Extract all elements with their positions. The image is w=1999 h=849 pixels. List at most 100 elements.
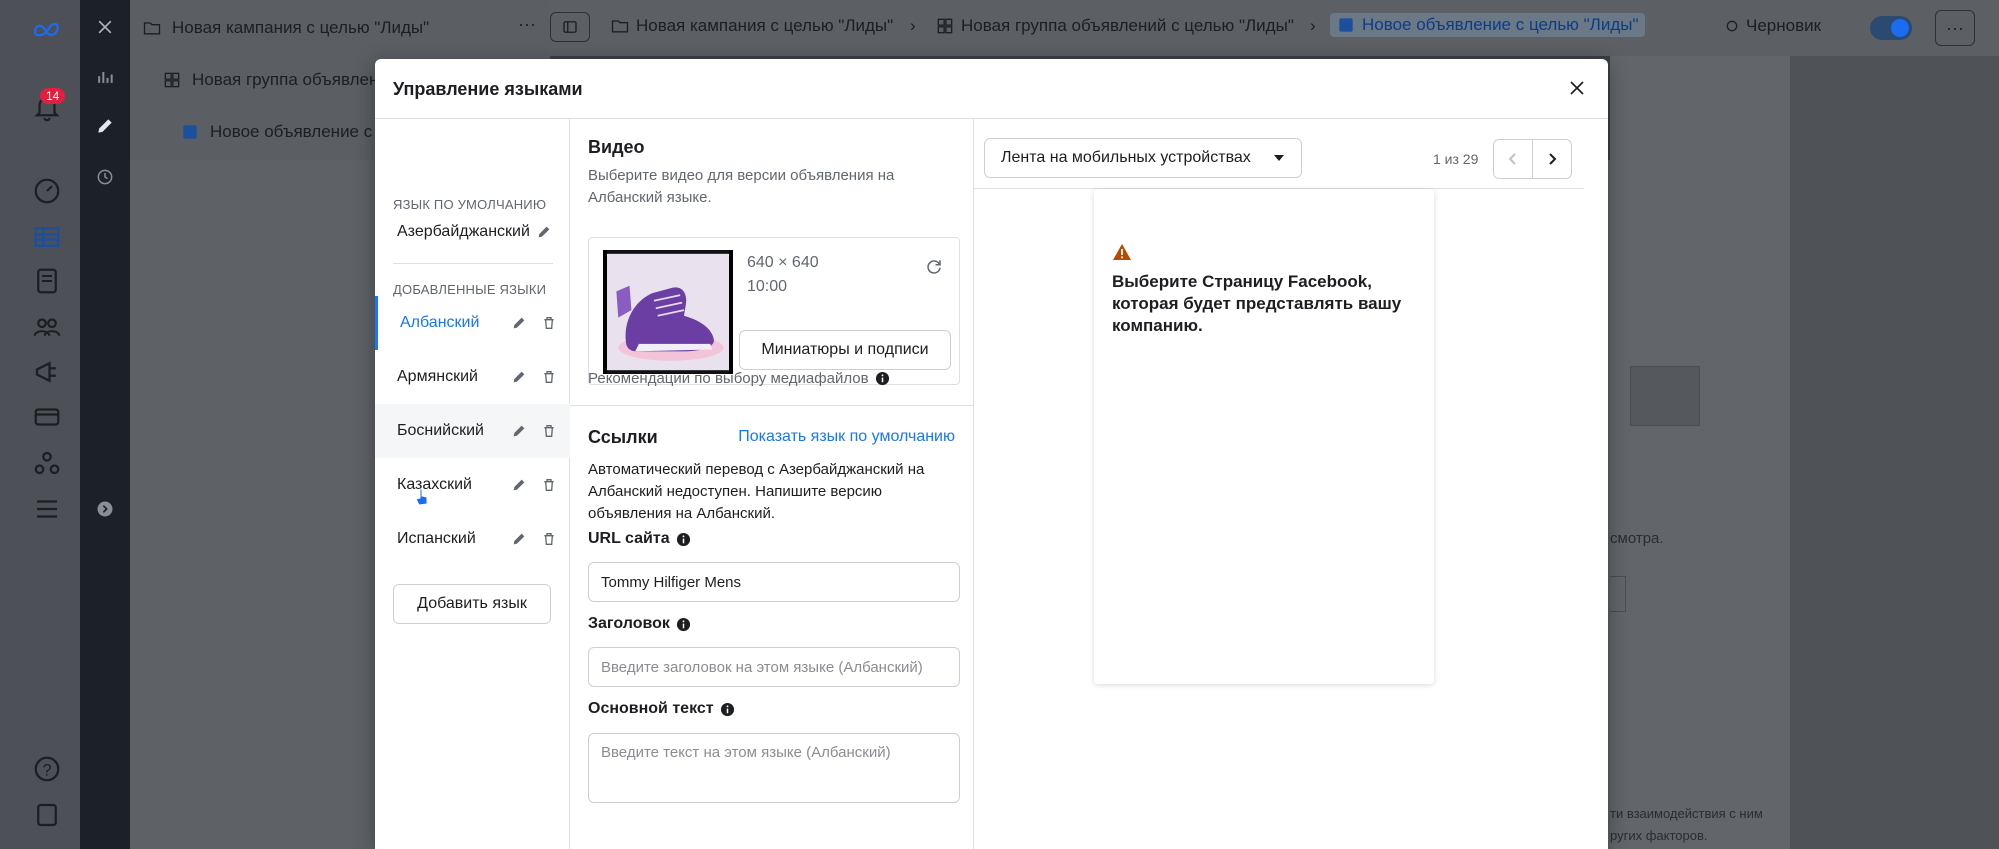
warning-triangle-icon: [1113, 244, 1131, 260]
language-item-spanish[interactable]: Испанский: [375, 512, 570, 566]
added-languages-label: ДОБАВЛЕННЫЕ ЯЗЫКИ: [393, 282, 547, 297]
language-item-armenian[interactable]: Армянский: [375, 350, 570, 404]
toggle-panel-icon[interactable]: [550, 12, 590, 42]
default-language-name: Азербайджанский: [397, 223, 530, 240]
website-url-input[interactable]: [588, 562, 960, 602]
breadcrumb-separator-icon: ›: [910, 16, 916, 35]
language-item-albanian[interactable]: Албанский: [375, 296, 570, 350]
tree-item-adset[interactable]: Новая группа объявлени: [162, 70, 388, 90]
tree-item-ad[interactable]: Новое объявление с ц: [180, 122, 387, 142]
help-question-icon[interactable]: ?: [30, 752, 64, 786]
info-icon[interactable]: [875, 371, 890, 386]
more-options-icon[interactable]: ···: [518, 14, 536, 35]
breadcrumb-ad-label: Новое объявление с целью "Лиды": [1362, 15, 1639, 34]
manage-languages-dialog: Управление языками ЯЗЫК ПО УМОЛЧАНИЮ Азе…: [375, 59, 1608, 849]
default-language[interactable]: Азербайджанский: [397, 223, 552, 241]
ad-icon: [183, 125, 197, 139]
edit-pencil-icon[interactable]: [510, 368, 528, 386]
headline-input[interactable]: [588, 647, 960, 687]
edit-pencil-icon[interactable]: [510, 476, 528, 494]
media-duration: 10:00: [747, 278, 788, 295]
show-default-language-link[interactable]: Показать язык по умолчанию: [738, 428, 955, 446]
meta-logo-icon[interactable]: [30, 12, 64, 46]
breadcrumb-adset[interactable]: Новая группа объявлений с целью "Лиды": [935, 16, 1294, 36]
headline-label-text: Заголовок: [588, 615, 670, 632]
divider: [393, 263, 553, 264]
language-item-label: Албанский: [400, 314, 480, 331]
preview-pager-count: 1 из 29: [1433, 151, 1479, 167]
chevron-right-icon: [1549, 153, 1557, 165]
draft-status: Черновик: [1724, 16, 1821, 36]
trash-icon[interactable]: [540, 368, 558, 386]
info-icon[interactable]: [720, 702, 735, 717]
language-item-label: Испанский: [397, 530, 476, 547]
language-list-column: ЯЗЫК ПО УМОЛЧАНИЮ Азербайджанский ДОБАВЛ…: [375, 119, 570, 849]
edit-pencil-icon[interactable]: [510, 422, 528, 440]
catalog-book-icon[interactable]: [30, 264, 64, 298]
language-item-label: Казахский: [397, 476, 472, 493]
trash-icon[interactable]: [540, 530, 558, 548]
breadcrumb-campaign-label: Новая кампания с целью "Лиды": [636, 16, 894, 35]
placement-dropdown[interactable]: Лента на мобильных устройствах: [984, 138, 1302, 178]
more-actions-button[interactable]: ···: [1935, 10, 1975, 46]
language-item-bosnian[interactable]: Боснийский: [375, 404, 570, 458]
chart-icon[interactable]: [92, 64, 118, 90]
close-editor-icon[interactable]: [92, 14, 118, 40]
language-item-label: Боснийский: [397, 422, 484, 439]
audiences-people-icon[interactable]: [30, 310, 64, 344]
edit-pencil-icon[interactable]: [536, 224, 552, 240]
info-icon[interactable]: [676, 532, 691, 547]
refresh-icon[interactable]: [925, 258, 943, 276]
previous-preview-button[interactable]: [1493, 139, 1533, 179]
business-settings-icon[interactable]: [30, 446, 64, 480]
svg-text:?: ?: [42, 761, 51, 779]
all-tools-menu-icon[interactable]: [30, 492, 64, 526]
background-text: смотра.: [1610, 530, 1664, 547]
video-thumbnail[interactable]: [603, 250, 733, 374]
divider: [570, 405, 974, 406]
placement-dropdown-value: Лента на мобильных устройствах: [1001, 149, 1251, 166]
ads-manager-table-icon[interactable]: [30, 220, 64, 254]
add-language-button[interactable]: Добавить язык: [393, 584, 551, 624]
billing-card-icon[interactable]: [30, 400, 64, 434]
next-preview-button[interactable]: [1532, 139, 1572, 179]
select-page-warning: Выберите Страницу Facebook, которая буде…: [1112, 272, 1402, 335]
tree-item-campaign[interactable]: Новая кампания с целью "Лиды": [142, 18, 429, 38]
media-recommendations-label: Рекомендации по выбору медиафайлов: [588, 370, 869, 387]
trash-icon[interactable]: [540, 314, 558, 332]
trash-icon[interactable]: [540, 476, 558, 494]
edit-pencil-icon[interactable]: [92, 113, 118, 139]
breadcrumb-campaign[interactable]: Новая кампания с целью "Лиды": [610, 16, 893, 36]
edit-pencil-icon[interactable]: [510, 530, 528, 548]
close-dialog-button[interactable]: [1564, 75, 1590, 101]
language-item-label: Армянский: [397, 368, 478, 385]
breadcrumb-separator-icon: ›: [1310, 16, 1316, 35]
breadcrumb-ad[interactable]: Новое объявление с целью "Лиды": [1330, 13, 1645, 37]
info-icon[interactable]: [676, 617, 691, 632]
tree-campaign-label: Новая кампания с целью "Лиды": [172, 18, 430, 37]
edit-pencil-icon[interactable]: [510, 314, 528, 332]
ad-preview-card: Выберите Страницу Facebook, которая буде…: [1094, 189, 1434, 684]
campaigns-megaphone-icon[interactable]: [30, 355, 64, 389]
trash-icon[interactable]: [540, 422, 558, 440]
dashboard-gauge-icon[interactable]: [30, 174, 64, 208]
publish-toggle[interactable]: [1870, 16, 1912, 40]
close-icon: [1570, 81, 1584, 95]
primary-text-textarea[interactable]: [588, 733, 960, 803]
background-text: ти взаимодействия с ним: [1610, 806, 1763, 821]
auto-translate-note: Автоматический перевод с Азербайджанский…: [588, 461, 925, 522]
history-clock-icon[interactable]: [92, 164, 118, 190]
headline-field-label: Заголовок: [588, 615, 691, 633]
video-media-card: 640 × 640 10:00 Миниатюры и подписи: [588, 237, 960, 385]
thumbnails-captions-button[interactable]: Миниатюры и подписи: [739, 330, 951, 370]
chevron-left-icon: [1508, 153, 1516, 165]
reports-icon[interactable]: [30, 798, 64, 832]
background-text: ругих факторов.: [1610, 828, 1708, 843]
folder-icon: [611, 20, 629, 33]
draft-status-label: Черновик: [1746, 16, 1822, 35]
left-navigation-rail: 14 ?: [0, 0, 80, 849]
media-recommendations-link[interactable]: Рекомендации по выбору медиафайлов: [588, 370, 890, 387]
expand-chevron-icon[interactable]: [92, 496, 118, 522]
language-item-kazakh[interactable]: Казахский: [375, 458, 570, 512]
video-heading: Видео: [588, 137, 645, 157]
